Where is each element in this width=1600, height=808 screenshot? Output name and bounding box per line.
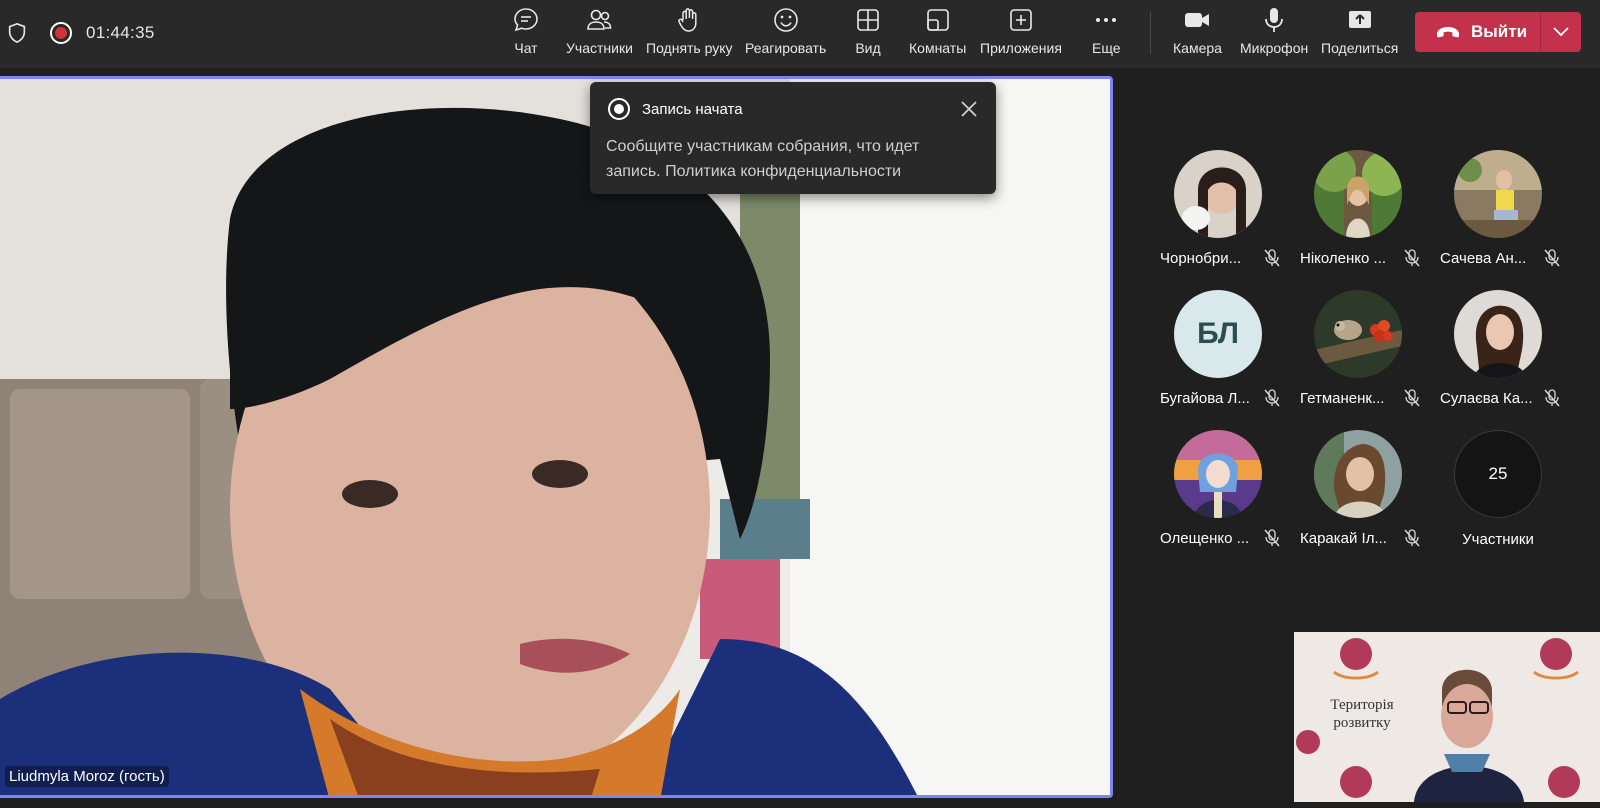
mic-muted-icon [1264,529,1280,547]
hand-icon [675,6,703,34]
mic-muted-icon [1264,249,1280,267]
react-button[interactable]: Реагировать [745,6,826,62]
close-icon[interactable] [958,98,980,120]
avatar [1314,430,1402,518]
participants-label: Участники [566,40,633,56]
backdrop-text: Територія розвитку [1330,697,1394,731]
call-timer: 01:44:35 [86,23,155,42]
participants-gallery: Чорнобри... Ніколенко ... Сачева Ан... Б… [1150,140,1590,560]
mic-muted-icon [1544,389,1560,407]
react-label: Реагировать [745,40,827,56]
avatar [1454,150,1542,238]
more-participants-tile[interactable]: 25 Участники [1430,420,1570,550]
share-screen-icon [1346,6,1374,34]
microphone-icon [1260,6,1288,34]
toolbar-divider [1150,12,1151,54]
microphone-button[interactable]: Микрофон [1240,6,1308,62]
mic-muted-icon [1544,249,1560,267]
mic-muted-icon [1404,249,1420,267]
view-button[interactable]: Вид [854,6,882,62]
more-label: Еще [1092,40,1121,56]
participant-name: Бугайова Л... [1160,390,1250,407]
raise-hand-button[interactable]: Поднять руку [646,6,733,62]
smiley-icon [772,6,800,34]
avatar-initials: БЛ [1174,290,1262,378]
toast-message: Сообщите участникам собрания, что идет з… [606,138,920,180]
rooms-label: Комнаты [909,40,967,56]
camera-icon [1183,6,1211,34]
self-video-preview[interactable]: Територія розвитку [1294,632,1600,802]
overflow-label: Участники [1462,531,1534,548]
avatar [1314,150,1402,238]
record-icon [608,98,630,120]
participant-name: Сачева Ан... [1440,250,1527,267]
recording-started-toast: Запись начата Сообщите участникам собран… [590,82,996,194]
participant-tile[interactable]: Сачева Ан... [1430,140,1570,270]
participant-name: Олещенко ... [1160,530,1250,547]
hang-up-icon [1437,27,1459,38]
chevron-down-icon [1553,27,1569,37]
people-icon [585,6,613,34]
mic-muted-icon [1404,389,1420,407]
share-button[interactable]: Поделиться [1321,6,1398,62]
participant-tile[interactable]: Гетманенк... [1290,280,1430,410]
share-label: Поделиться [1321,40,1399,56]
avatar [1174,430,1262,518]
chat-icon [512,6,540,34]
avatar [1314,290,1402,378]
recording-indicator-icon [50,22,72,44]
leave-call-group: Выйти [1415,12,1581,52]
camera-button[interactable]: Камера [1173,6,1222,62]
avatar [1454,290,1542,378]
participant-name: Ніколенко ... [1300,250,1387,267]
chat-button[interactable]: Чат [512,6,540,62]
mic-muted-icon [1264,389,1280,407]
chat-label: Чат [514,40,538,56]
speaker-name-label: Liudmyla Moroz (гость) [5,766,169,787]
rooms-button[interactable]: Комнаты [909,6,966,62]
mic-muted-icon [1404,529,1420,547]
apps-button[interactable]: Приложения [980,6,1062,62]
participants-button[interactable]: Участники [566,6,633,62]
add-apps-icon [1007,6,1035,34]
participant-tile[interactable]: Олещенко ... [1150,420,1290,550]
participant-name: Каракай Іл... [1300,530,1387,547]
overflow-count: 25 [1454,430,1542,518]
participant-tile[interactable]: Ніколенко ... [1290,140,1430,270]
raise-hand-label: Поднять руку [646,40,733,56]
participant-name: Сулаєва Ка... [1440,390,1533,407]
breakout-rooms-icon [924,6,952,34]
call-status: 01:44:35 [6,18,155,48]
camera-label: Камера [1173,40,1222,56]
leave-options-button[interactable] [1541,12,1581,52]
mic-label: Микрофон [1240,40,1309,56]
participant-tile[interactable]: БЛ Бугайова Л... [1150,280,1290,410]
leave-button[interactable]: Выйти [1415,12,1540,52]
participant-tile[interactable]: Чорнобри... [1150,140,1290,270]
toast-title: Запись начата [642,101,743,118]
grid-view-icon [854,6,882,34]
view-label: Вид [855,40,881,56]
participant-tile[interactable]: Сулаєва Ка... [1430,280,1570,410]
participant-name: Гетманенк... [1300,390,1385,407]
meeting-toolbar: 01:44:35 Чат Участники Поднять руку Реаг… [0,0,1600,68]
avatar [1174,150,1262,238]
participant-tile[interactable]: Каракай Іл... [1290,420,1430,550]
leave-label: Выйти [1471,22,1528,41]
participant-name: Чорнобри... [1160,250,1242,267]
more-dots-icon [1092,6,1120,34]
more-button[interactable]: Еще [1092,6,1121,62]
shield-icon [8,22,26,44]
apps-label: Приложения [980,40,1062,56]
